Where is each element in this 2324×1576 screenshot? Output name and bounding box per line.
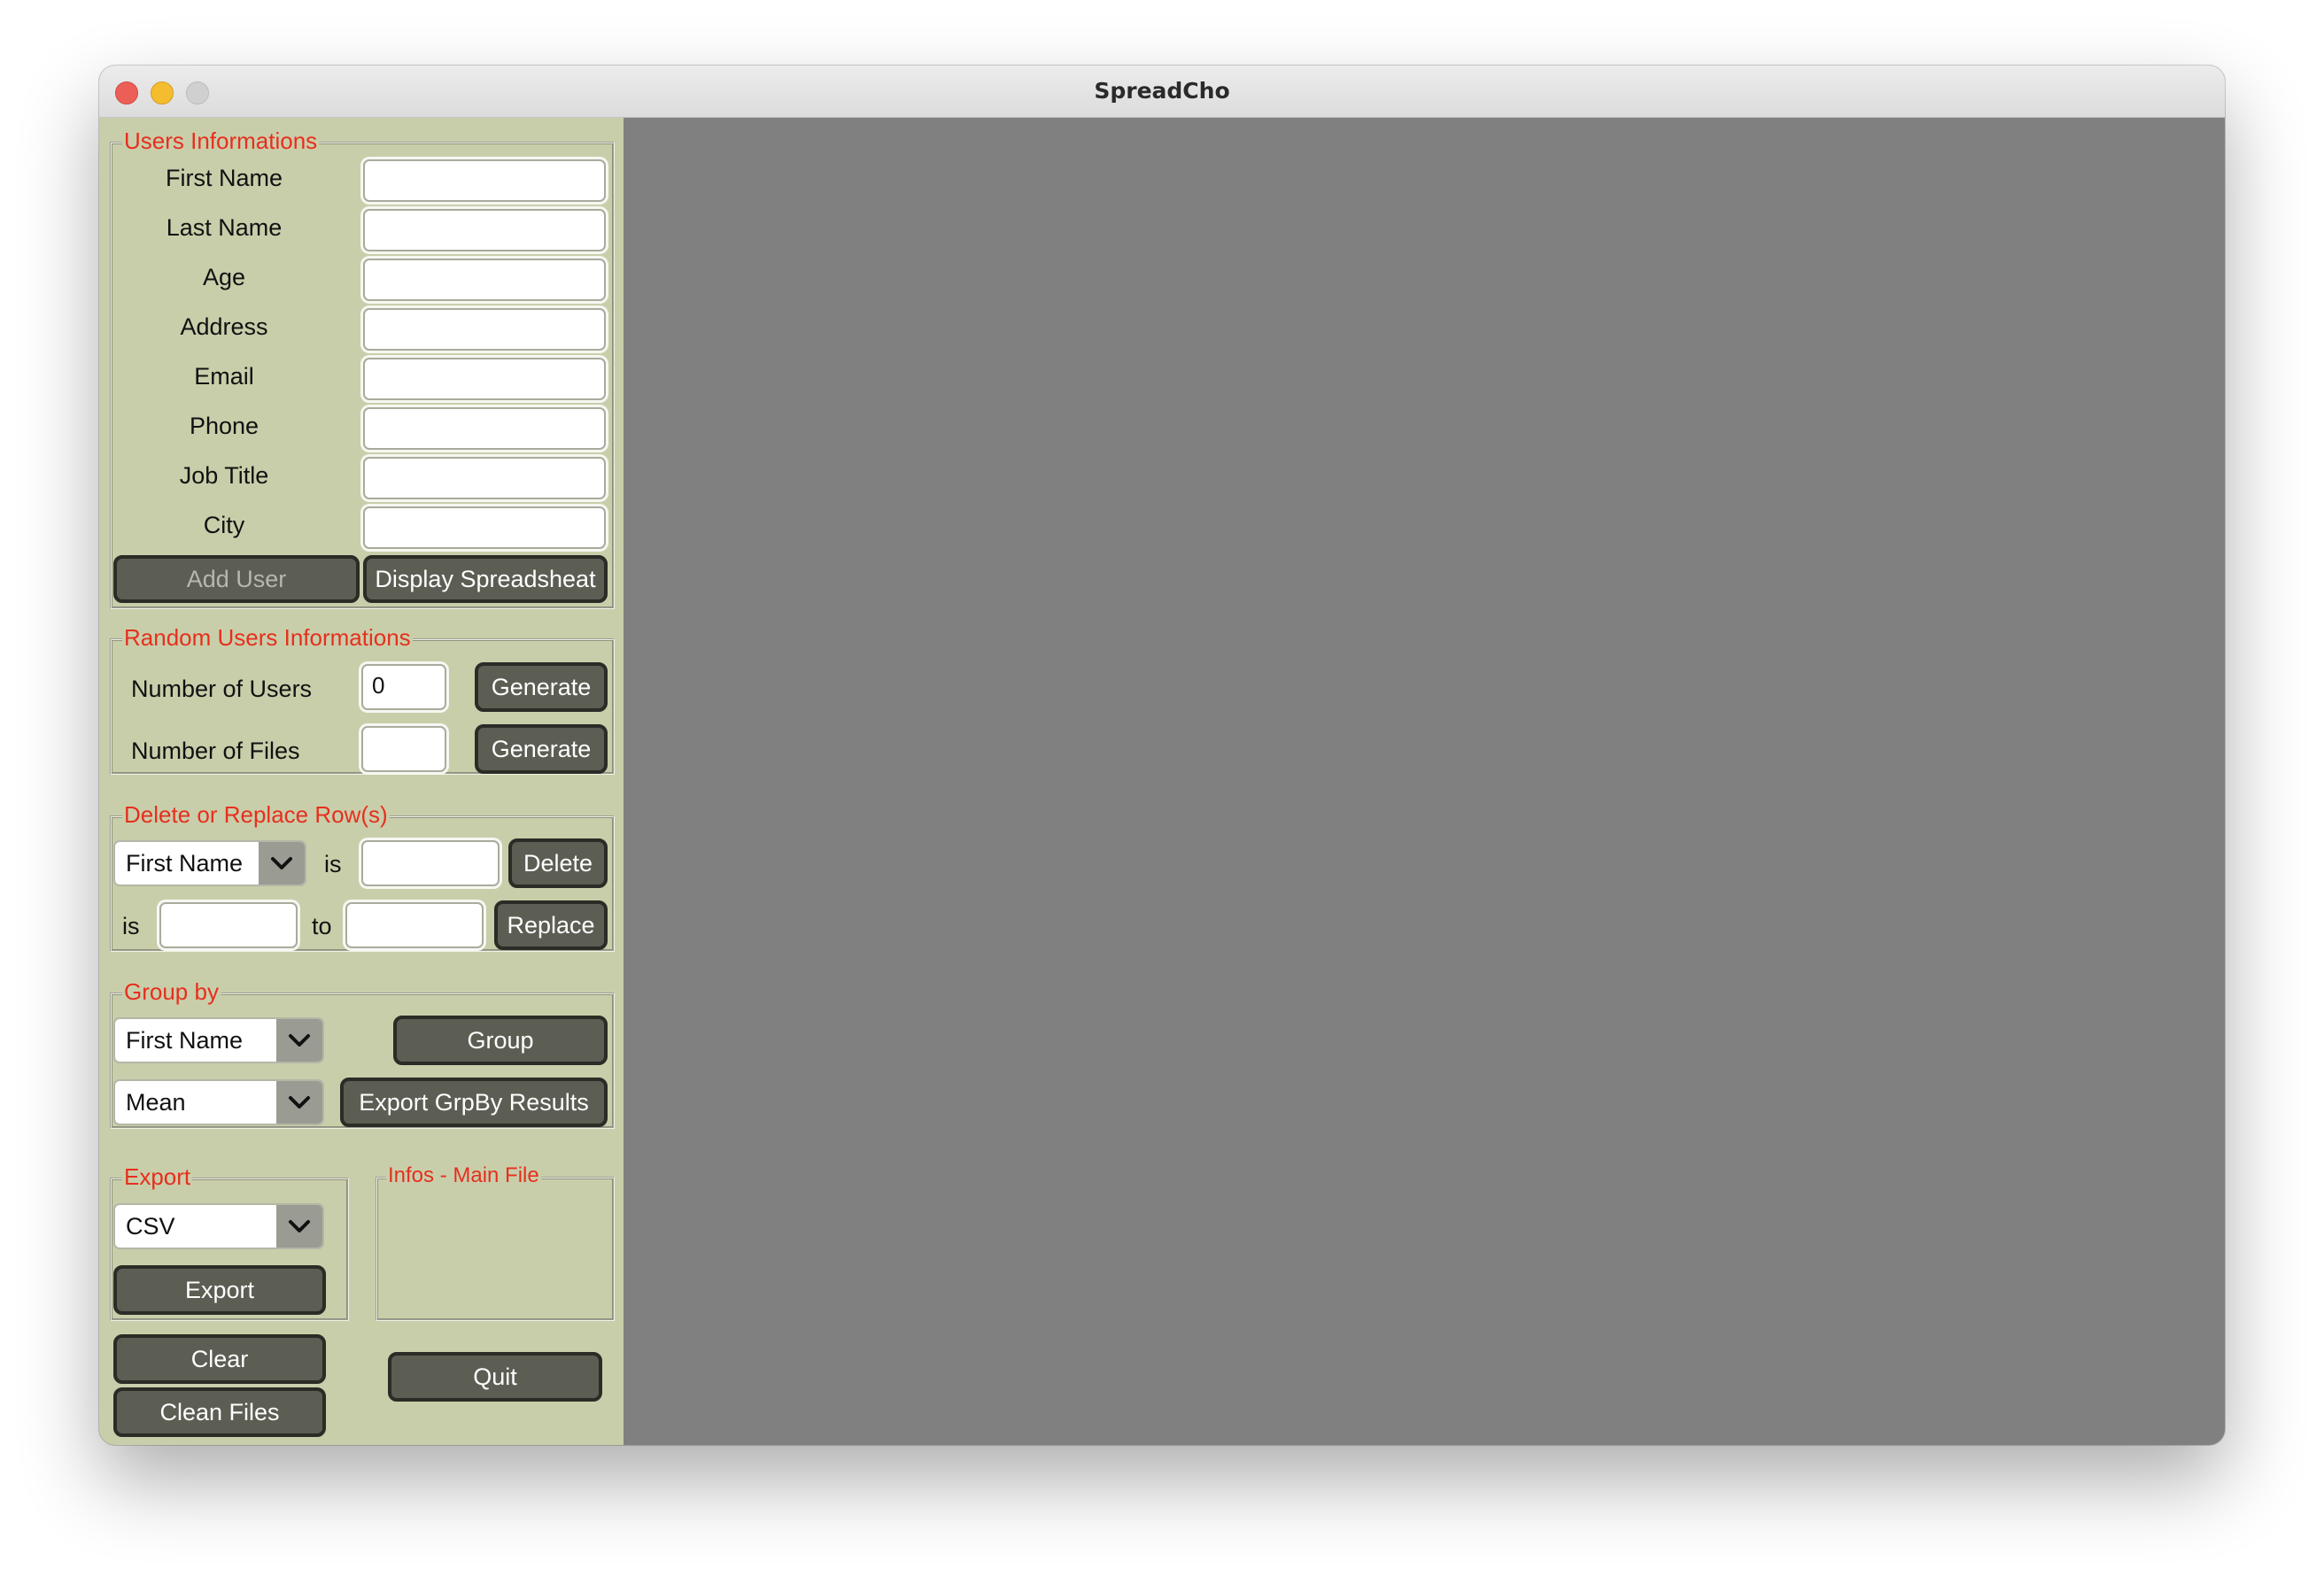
delete-column-value: First Name	[126, 850, 244, 877]
display-spreadsheet-button[interactable]: Display Spreadsheat	[363, 555, 608, 603]
aggregate-select[interactable]: Mean	[113, 1079, 324, 1125]
delete-column-select[interactable]: First Name	[113, 840, 306, 886]
group-button[interactable]: Group	[393, 1016, 608, 1065]
replace-to-label: to	[312, 913, 332, 939]
group-by-legend: Group by	[122, 978, 221, 1005]
chevron-down-icon	[259, 842, 305, 885]
job-title-input[interactable]	[363, 457, 606, 499]
age-label: Age	[202, 264, 246, 290]
chevron-down-icon	[276, 1205, 322, 1248]
number-of-users-label: Number of Users	[131, 676, 313, 702]
generate-users-button[interactable]: Generate	[475, 662, 608, 712]
app-window: SpreadCho Users Informations First Name …	[99, 66, 2225, 1445]
infos-main-file-legend: Infos - Main File	[386, 1163, 541, 1189]
users-info-legend: Users Informations	[122, 127, 320, 154]
quit-button[interactable]: Quit	[388, 1352, 602, 1402]
email-input[interactable]	[363, 358, 606, 400]
export-format-value: CSV	[126, 1213, 175, 1240]
address-input[interactable]	[363, 308, 606, 351]
phone-input[interactable]	[363, 407, 606, 450]
city-input[interactable]	[363, 506, 606, 549]
window-title: SpreadCho	[1094, 78, 1230, 104]
title-bar: SpreadCho	[99, 66, 2225, 118]
add-user-button[interactable]: Add User	[113, 555, 360, 603]
number-of-users-input[interactable]: 0	[361, 664, 446, 710]
delete-replace-legend: Delete or Replace Row(s)	[122, 801, 390, 828]
delete-value-input[interactable]	[361, 840, 500, 886]
infos-main-file-group: Infos - Main File	[376, 1163, 615, 1321]
replace-is-label: is	[122, 913, 140, 939]
first-name-label: First Name	[165, 165, 283, 191]
chevron-down-icon	[276, 1081, 322, 1124]
clean-files-button[interactable]: Clean Files	[113, 1387, 326, 1437]
group-by-column-value: First Name	[126, 1027, 244, 1054]
group-by-column-select[interactable]: First Name	[113, 1017, 324, 1063]
random-users-legend: Random Users Informations	[122, 624, 413, 651]
replace-from-input[interactable]	[159, 902, 298, 948]
chevron-down-icon	[276, 1019, 322, 1062]
export-groupby-results-button[interactable]: Export GrpBy Results	[340, 1078, 608, 1127]
aggregate-value: Mean	[126, 1089, 186, 1116]
clear-button[interactable]: Clear	[113, 1334, 326, 1384]
city-label: City	[203, 512, 245, 538]
job-title-label: Job Title	[179, 462, 269, 489]
spreadsheet-display-area	[624, 118, 2225, 1445]
delete-button[interactable]: Delete	[508, 838, 608, 888]
age-input[interactable]	[363, 259, 606, 301]
phone-label: Phone	[189, 413, 260, 439]
replace-to-input[interactable]	[345, 902, 484, 948]
generate-files-button[interactable]: Generate	[475, 724, 608, 774]
export-legend: Export	[122, 1163, 193, 1190]
number-of-files-label: Number of Files	[131, 738, 300, 764]
export-button[interactable]: Export	[113, 1265, 326, 1315]
first-name-input[interactable]	[363, 159, 606, 202]
number-of-files-input[interactable]	[361, 726, 446, 772]
last-name-label: Last Name	[166, 214, 283, 241]
export-format-select[interactable]: CSV	[113, 1203, 324, 1249]
replace-button[interactable]: Replace	[494, 900, 608, 950]
last-name-input[interactable]	[363, 209, 606, 251]
delete-is-label: is	[324, 851, 342, 877]
address-label: Address	[180, 313, 268, 340]
email-label: Email	[194, 363, 254, 390]
control-sidebar: Users Informations First Name Last Name …	[99, 118, 624, 1445]
